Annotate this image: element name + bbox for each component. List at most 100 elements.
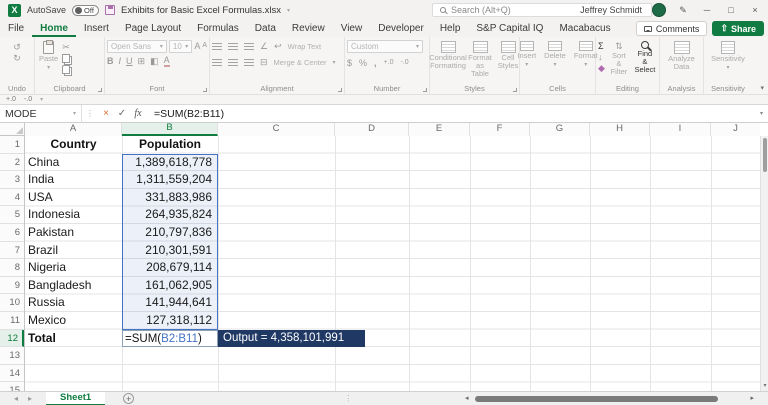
cell-b12-formula-edit[interactable]: =SUM(B2:B11) (122, 330, 218, 348)
autosum-icon[interactable]: Σ (598, 41, 605, 51)
title-chevron-icon[interactable]: ▾ (287, 7, 290, 14)
tab-help[interactable]: Help (432, 20, 469, 37)
horizontal-scrollbar[interactable]: ◂ ▸ (465, 395, 754, 403)
row-header-13[interactable]: 13 (0, 347, 24, 365)
font-size-select[interactable]: 10 ▾ (169, 40, 192, 53)
orientation-icon[interactable]: ∠ (260, 41, 268, 51)
alignment-dialog-launcher[interactable] (338, 88, 342, 92)
font-name-select[interactable]: Open Sans ▾ (107, 40, 167, 53)
merge-dropdown-icon[interactable]: ▾ (333, 59, 336, 66)
pen-icon[interactable]: ✎ (676, 5, 690, 16)
comments-button[interactable]: Comments (636, 21, 708, 36)
cell-country[interactable]: Nigeria (25, 259, 122, 277)
bold-button[interactable]: B (107, 56, 114, 66)
close-button[interactable]: × (748, 5, 762, 15)
excel-app-icon[interactable]: X (8, 4, 21, 17)
formula-bar-content[interactable]: =SUM(B2:B11) (146, 108, 224, 120)
tab-page-layout[interactable]: Page Layout (117, 20, 189, 37)
accounting-format-icon[interactable]: $ (347, 58, 352, 68)
enter-entry-icon[interactable]: ✓ (114, 108, 130, 119)
wrap-text-icon[interactable]: ↩ (274, 41, 282, 51)
row-header-9[interactable]: 9 (0, 277, 24, 295)
cell-c12-output[interactable]: Output = 4,358,101,991 (218, 330, 365, 348)
cell-country[interactable]: Brazil (25, 242, 122, 260)
undo-icon[interactable]: ↺ (13, 42, 21, 52)
row-header-10[interactable]: 10 (0, 294, 24, 312)
tab-file[interactable]: File (0, 20, 32, 37)
comma-style-icon[interactable]: , (374, 58, 377, 68)
cell-population[interactable]: 264,935,824 (122, 206, 218, 224)
sheet-tab-sheet1[interactable]: Sheet1 (46, 392, 105, 405)
next-sheet-icon[interactable]: ▸ (28, 394, 32, 403)
column-header-e[interactable]: E (409, 123, 470, 136)
row-header-2[interactable]: 2 (0, 154, 24, 172)
tab-developer[interactable]: Developer (370, 20, 432, 37)
cell-country[interactable]: India (25, 171, 122, 189)
insert-function-icon[interactable]: fx (130, 108, 146, 119)
cell-country[interactable]: Bangladesh (25, 277, 122, 295)
scrollbar-splitter-icon[interactable]: ⋮ (344, 394, 352, 403)
cell-population[interactable]: 1,389,618,778 (122, 154, 218, 172)
vertical-scrollbar-thumb[interactable] (763, 138, 767, 172)
analyze-data-button[interactable]: Analyze Data (662, 40, 701, 82)
tab-insert[interactable]: Insert (76, 20, 117, 37)
underline-button[interactable]: U (126, 56, 133, 66)
cancel-entry-icon[interactable]: × (98, 108, 114, 119)
font-dialog-launcher[interactable] (203, 88, 207, 92)
align-bottom-icon[interactable] (244, 43, 254, 50)
column-header-d[interactable]: D (335, 123, 409, 136)
select-all-corner[interactable] (0, 123, 25, 136)
sensitivity-button[interactable]: Sensitivity ▾ (709, 40, 747, 82)
align-center-icon[interactable] (228, 59, 238, 66)
align-right-icon[interactable] (244, 59, 254, 66)
number-dialog-launcher[interactable] (423, 88, 427, 92)
column-header-a[interactable]: A (25, 123, 122, 136)
tab-macabacus[interactable]: Macabacus (551, 20, 618, 37)
redo-icon[interactable]: ↻ (13, 53, 21, 63)
fill-down-icon[interactable]: ↓ (598, 52, 605, 62)
cell-country[interactable]: Pakistan (25, 224, 122, 242)
find-select-button[interactable]: Find & Select (633, 40, 657, 82)
scroll-down-icon[interactable]: ▾ (761, 381, 768, 391)
format-as-table-button[interactable]: Format as Table (467, 40, 493, 82)
name-box[interactable]: MODE ▾ (0, 105, 82, 123)
document-title[interactable]: Exhibits for Basic Excel Formulas.xlsx (121, 5, 281, 16)
horizontal-scrollbar-thumb[interactable] (475, 396, 718, 402)
scroll-right-icon[interactable]: ▸ (750, 395, 754, 403)
minimize-button[interactable]: ─ (700, 5, 714, 15)
avatar[interactable] (652, 3, 666, 17)
column-header-c[interactable]: C (218, 123, 335, 136)
qat-increase-decimal-icon[interactable]: +.0 (6, 96, 16, 103)
cell-a12-total[interactable]: Total (25, 330, 122, 348)
qat-customize-icon[interactable]: ▾ (40, 96, 43, 103)
expand-formula-bar-icon[interactable]: ▾ (760, 110, 763, 117)
align-top-icon[interactable] (212, 43, 222, 50)
tab-home[interactable]: Home (32, 20, 76, 37)
cell-b1-population-header[interactable]: Population (122, 136, 218, 154)
merge-center-icon[interactable]: ⊟ (260, 57, 268, 67)
cell-country[interactable]: China (25, 154, 122, 172)
qat-decrease-decimal-icon[interactable]: -.0 (24, 96, 32, 103)
row-header-6[interactable]: 6 (0, 224, 24, 242)
format-painter-icon[interactable] (62, 65, 70, 74)
column-header-g[interactable]: G (530, 123, 590, 136)
cell-population[interactable]: 127,318,112 (122, 312, 218, 330)
delete-cells-button[interactable]: Delete ▾ (542, 40, 568, 82)
row-header-1[interactable]: 1 (0, 136, 24, 154)
tab-data[interactable]: Data (247, 20, 284, 37)
column-header-f[interactable]: F (470, 123, 530, 136)
wrap-text-label[interactable]: Wrap Text (288, 42, 322, 51)
cell-population[interactable]: 210,797,836 (122, 224, 218, 242)
clear-icon[interactable]: ◆ (598, 63, 605, 73)
prev-sheet-icon[interactable]: ◂ (14, 394, 18, 403)
row-header-7[interactable]: 7 (0, 242, 24, 260)
autosave-toggle[interactable]: Off (72, 5, 99, 16)
clipboard-dialog-launcher[interactable] (98, 88, 102, 92)
collapse-ribbon-icon[interactable]: ▾ (760, 84, 764, 92)
font-color-icon[interactable]: A (164, 55, 170, 67)
row-header-8[interactable]: 8 (0, 259, 24, 277)
cell-population[interactable]: 1,311,559,204 (122, 171, 218, 189)
paste-button[interactable]: Paste ▾ (37, 40, 60, 82)
cell-population[interactable]: 331,883,986 (122, 189, 218, 207)
cell-a1-country-header[interactable]: Country (25, 136, 122, 154)
